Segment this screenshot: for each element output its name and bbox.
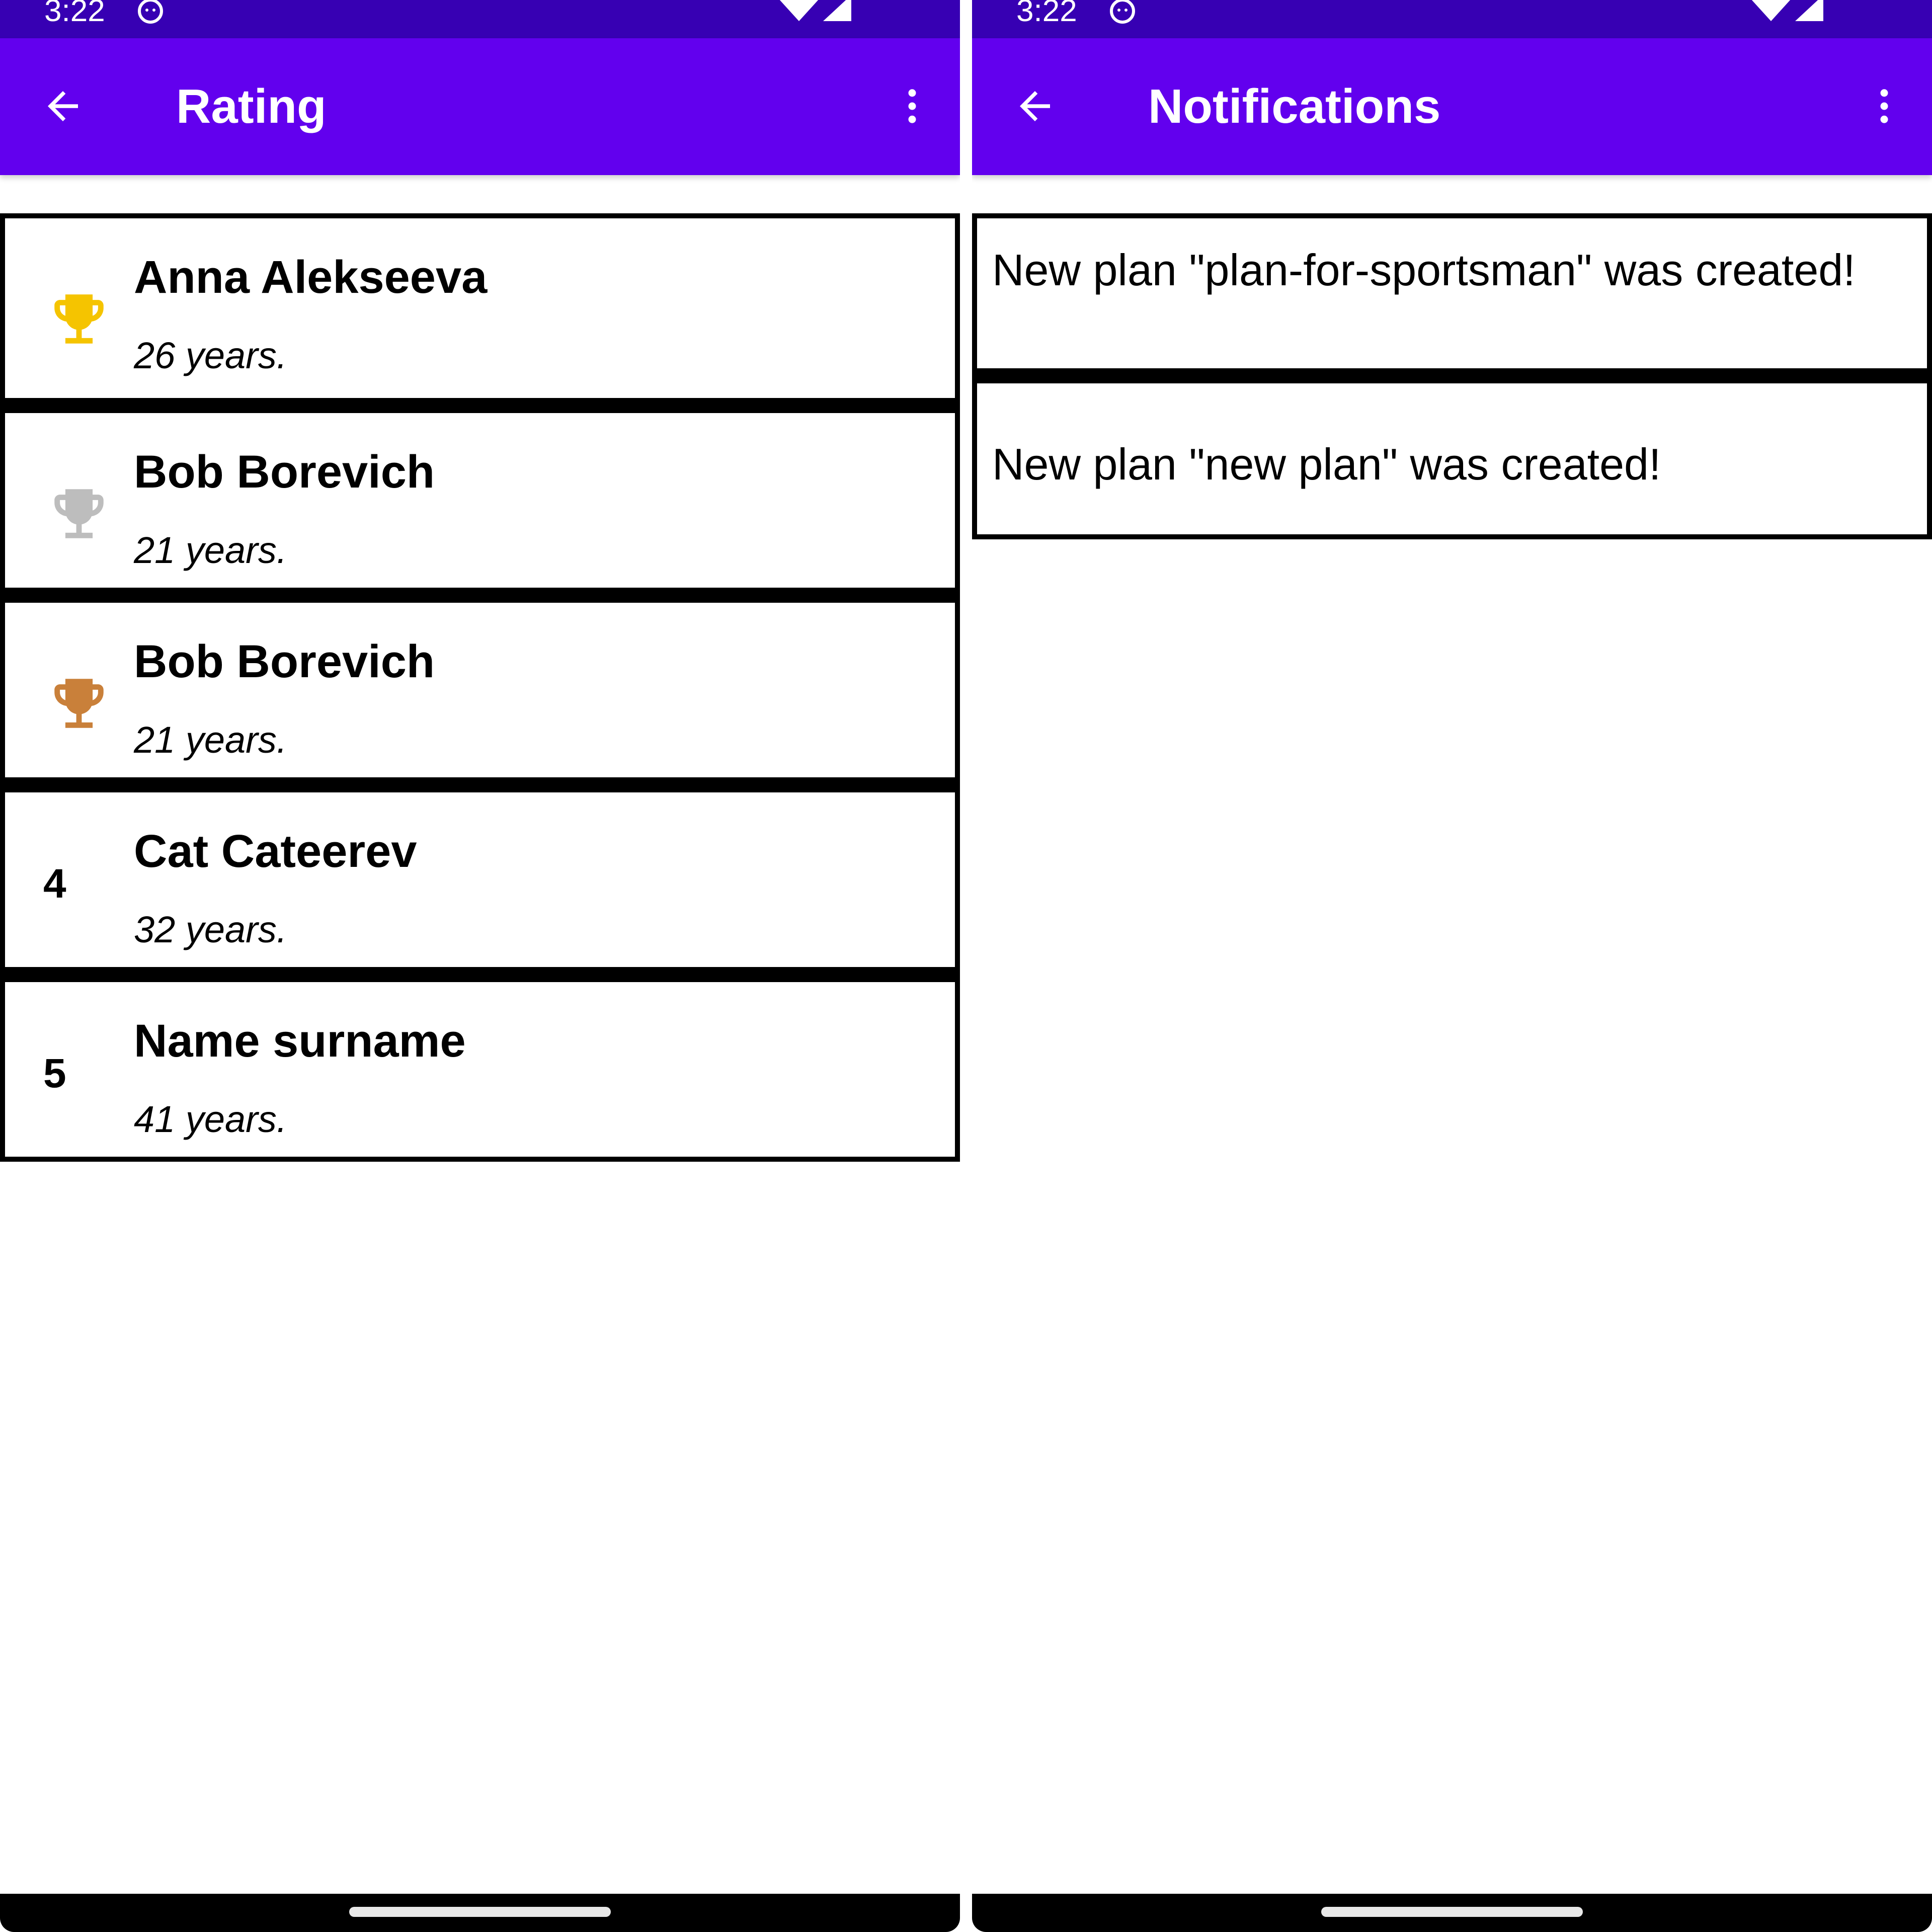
rating-row[interactable]: Bob Borevich 21 years.: [0, 593, 960, 782]
page-title: Rating: [176, 79, 327, 133]
signal-icon: [1795, 0, 1823, 21]
back-button[interactable]: [1007, 78, 1063, 134]
arrow-back-icon: [48, 91, 78, 121]
user-age: 32 years.: [134, 909, 287, 950]
cat-notification-icon: [138, 0, 163, 24]
rating-row[interactable]: Bob Borevich 21 years.: [0, 403, 960, 593]
back-button[interactable]: [35, 78, 91, 134]
rating-screen: 3:22 Rating Anna Alekseeva 26 years. Bob…: [0, 0, 960, 1932]
notification-list: New plan "plan-for-sportsman" was create…: [972, 213, 1932, 539]
user-name: Anna Alekseeva: [134, 252, 488, 303]
rating-row[interactable]: 5 Name surname 41 years.: [0, 972, 960, 1162]
rating-row[interactable]: Anna Alekseeva 26 years.: [0, 213, 960, 403]
user-name: Bob Borevich: [134, 446, 435, 498]
status-bar: 3:22: [0, 0, 960, 38]
overflow-menu-button[interactable]: [884, 78, 940, 134]
user-name: Cat Cateerev: [134, 826, 417, 877]
arrow-back-icon: [1020, 91, 1050, 121]
trophy-bronze-icon: [54, 679, 104, 728]
page-title: Notifications: [1148, 79, 1441, 133]
rank-number: 5: [43, 1051, 66, 1096]
rank-number: 4: [43, 861, 66, 907]
cat-notification-icon: [1110, 0, 1135, 24]
overflow-menu-button[interactable]: [1857, 78, 1912, 134]
notifications-screen: 3:22 Notifications New plan "plan-for-sp…: [972, 0, 1932, 1932]
rating-list: Anna Alekseeva 26 years. Bob Borevich 21…: [0, 213, 960, 1162]
navigation-bar: [972, 1894, 1932, 1932]
user-age: 21 years.: [134, 719, 287, 761]
rating-row[interactable]: 4 Cat Cateerev 32 years.: [0, 782, 960, 972]
status-bar: 3:22: [972, 0, 1932, 38]
user-name: Bob Borevich: [134, 636, 435, 687]
app-bar: Rating: [0, 38, 960, 175]
trophy-silver-icon: [54, 489, 104, 538]
status-time: 3:22: [1016, 0, 1077, 28]
user-age: 26 years.: [134, 335, 287, 376]
wifi-icon: [1751, 0, 1791, 21]
home-gesture-handle[interactable]: [349, 1907, 611, 1917]
more-vert-icon: [1880, 89, 1888, 123]
home-gesture-handle[interactable]: [1321, 1907, 1583, 1917]
trophy-gold-icon: [54, 294, 104, 344]
status-time: 3:22: [44, 0, 105, 28]
user-name: Name surname: [134, 1015, 466, 1067]
notification-item[interactable]: New plan "new plan" was created!: [972, 373, 1932, 539]
signal-icon: [823, 0, 851, 21]
wifi-icon: [779, 0, 819, 21]
notification-item[interactable]: New plan "plan-for-sportsman" was create…: [972, 213, 1932, 373]
app-bar: Notifications: [972, 38, 1932, 175]
user-age: 21 years.: [134, 529, 287, 571]
more-vert-icon: [908, 89, 916, 123]
user-age: 41 years.: [134, 1098, 287, 1140]
navigation-bar: [0, 1894, 960, 1932]
